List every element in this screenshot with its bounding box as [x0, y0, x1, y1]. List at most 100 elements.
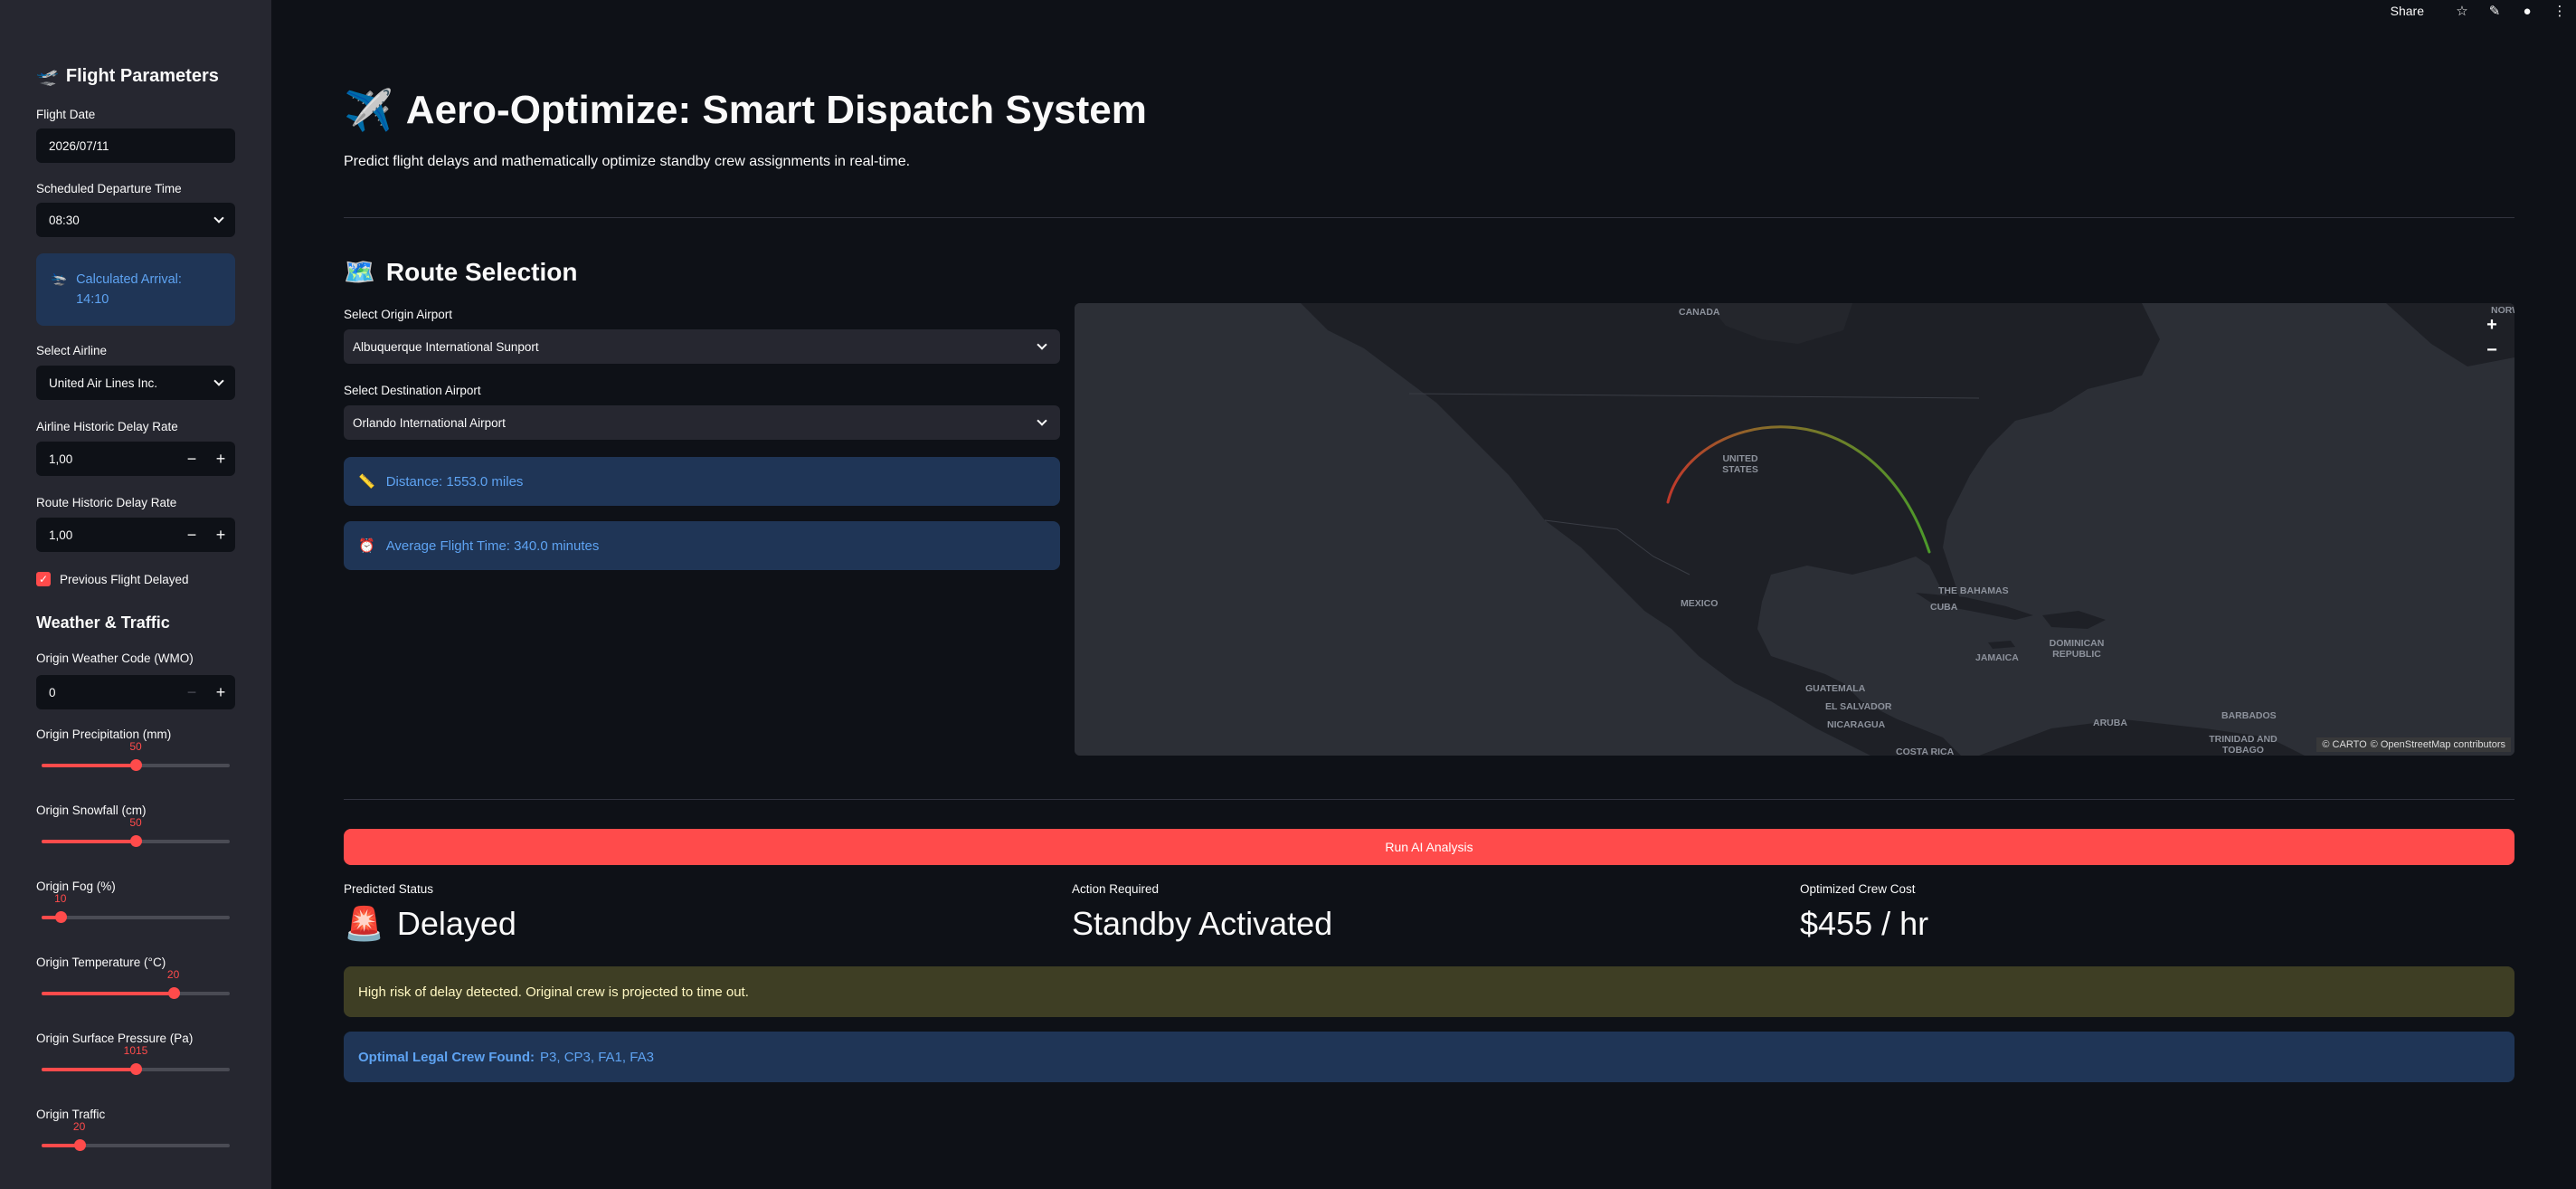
page-title: ✈️ Aero-Optimize: Smart Dispatch System: [344, 88, 1147, 133]
zoom-out-button[interactable]: −: [2480, 339, 2504, 361]
increment-button[interactable]: +: [206, 442, 235, 476]
increment-button[interactable]: +: [206, 518, 235, 552]
more-menu-icon[interactable]: ⋮: [2543, 0, 2576, 22]
checkmark-icon[interactable]: ✓: [36, 572, 51, 586]
departure-time-label: Scheduled Departure Time: [36, 182, 182, 195]
divider: [344, 217, 2514, 218]
crew-result-label: Optimal Legal Crew Found:: [358, 1049, 535, 1065]
clock-icon: ⏰: [358, 538, 375, 554]
map-label-nicaragua: NICARAGUA: [1827, 719, 1886, 730]
slider-fill: [42, 764, 136, 767]
github-icon[interactable]: ●: [2511, 0, 2543, 22]
slider[interactable]: 50: [42, 740, 230, 776]
weather-code-input[interactable]: 0 − +: [36, 675, 235, 709]
slider-thumb[interactable]: [54, 911, 67, 923]
sidebar-title: 🛫 Flight Parameters: [36, 66, 219, 87]
slider-track[interactable]: [42, 916, 230, 919]
slider[interactable]: 50: [42, 816, 230, 852]
airline-delay-label: Airline Historic Delay Rate: [36, 420, 178, 433]
attribution-carto[interactable]: © CARTO: [2322, 739, 2366, 750]
chevron-down-icon: [213, 376, 224, 386]
slider-label: Origin Traffic: [36, 1108, 106, 1121]
weather-code-label: Origin Weather Code (WMO): [36, 652, 194, 665]
airline-select[interactable]: United Air Lines Inc.: [36, 366, 235, 400]
slider-thumb[interactable]: [130, 759, 142, 771]
siren-icon: 🚨: [344, 905, 384, 942]
departure-time-select[interactable]: 08:30: [36, 203, 235, 237]
metric-value: Standby Activated: [1072, 905, 1333, 942]
flight-time-info: ⏰ Average Flight Time: 340.0 minutes: [344, 521, 1060, 570]
metric-label: Action Required: [1072, 882, 1160, 896]
share-button[interactable]: Share: [2391, 4, 2424, 18]
ruler-icon: 📏: [358, 474, 375, 490]
weather-section-heading: Weather & Traffic: [36, 614, 170, 632]
delay-warning-alert: High risk of delay detected. Original cr…: [344, 966, 2514, 1017]
slider[interactable]: 1015: [42, 1044, 230, 1080]
route-map[interactable]: CANADA UNITED STATES MEXICO THE BAHAMAS …: [1075, 303, 2514, 756]
decrement-button[interactable]: −: [177, 675, 206, 709]
slider-value: 10: [54, 892, 67, 905]
map-label-el-salvador: EL SALVADOR: [1825, 701, 1892, 712]
slider[interactable]: 20: [42, 1120, 230, 1156]
slider-fill: [42, 1068, 136, 1071]
origin-airport-label: Select Origin Airport: [344, 308, 453, 321]
map-zoom-controls: + −: [2480, 314, 2504, 361]
map-label-costa-rica: COSTA RICA: [1896, 747, 1955, 756]
calculated-arrival-info: 🛬 Calculated Arrival: 14:10: [36, 253, 235, 326]
previous-flight-delayed-checkbox[interactable]: ✓ Previous Flight Delayed: [36, 572, 189, 586]
increment-button[interactable]: +: [206, 675, 235, 709]
metric-label: Predicted Status: [344, 882, 434, 896]
slider-fill: [42, 840, 136, 843]
decrement-button[interactable]: −: [177, 518, 206, 552]
origin-airport-select[interactable]: Albuquerque International Sunport: [344, 329, 1060, 364]
slider-label: Origin Temperature (°C): [36, 956, 166, 969]
map-label-canada: CANADA: [1679, 307, 1720, 318]
chevron-down-icon: [213, 213, 224, 224]
slider-value: 50: [129, 740, 142, 753]
slider-label: Origin Snowfall (cm): [36, 804, 147, 817]
map-label-trinidad: TRINIDAD AND TOBAGO: [2209, 734, 2278, 756]
map-label-cuba: CUBA: [1930, 602, 1958, 613]
map-label-jamaica: JAMAICA: [1975, 652, 2019, 663]
slider-thumb[interactable]: [130, 1063, 142, 1075]
slider[interactable]: 10: [42, 892, 230, 928]
slider[interactable]: 20: [42, 968, 230, 1004]
destination-airport-select[interactable]: Orlando International Airport: [344, 405, 1060, 440]
slider-thumb[interactable]: [73, 1139, 86, 1151]
flight-date-label: Flight Date: [36, 108, 96, 121]
metric-label: Optimized Crew Cost: [1800, 882, 1916, 896]
slider-thumb[interactable]: [167, 987, 180, 999]
crew-result-info: Optimal Legal Crew Found: P3, CP3, FA1, …: [344, 1032, 2514, 1082]
map-label-barbados: BARBADOS: [2221, 710, 2277, 721]
slider-value: 20: [166, 968, 180, 981]
map-label-dominican-republic: DOMINICAN REPUBLIC: [2049, 638, 2105, 660]
zoom-in-button[interactable]: +: [2480, 314, 2504, 336]
route-selection-heading: 🗺️ Route Selection: [344, 257, 578, 287]
airline-delay-input[interactable]: 1,00 − +: [36, 442, 235, 476]
map-label-united-states: UNITED STATES: [1722, 453, 1758, 475]
slider-thumb[interactable]: [130, 835, 142, 847]
slider-value: 1015: [123, 1044, 148, 1057]
destination-airport-label: Select Destination Airport: [344, 384, 481, 397]
metric-value: $455 / hr: [1800, 905, 1929, 942]
page-subtitle: Predict flight delays and mathematically…: [344, 154, 911, 169]
action-required-metric: Action Required Standby Activated: [1072, 882, 1332, 943]
star-icon[interactable]: ☆: [2446, 0, 2478, 22]
run-analysis-button[interactable]: Run AI Analysis: [344, 829, 2514, 865]
map-label-aruba: ARUBA: [2093, 718, 2127, 728]
app-toolbar: Share ☆ ✎ ● ⋮: [2391, 0, 2576, 22]
flight-date-input[interactable]: 2026/07/11: [36, 128, 235, 163]
route-delay-input[interactable]: 1,00 − +: [36, 518, 235, 552]
divider: [344, 799, 2514, 800]
sidebar: 🛫 Flight Parameters Flight Date 2026/07/…: [0, 0, 271, 1189]
slider-label: Origin Surface Pressure (Pa): [36, 1032, 194, 1045]
map-label-mexico: MEXICO: [1681, 598, 1719, 609]
map-icon: 🗺️: [344, 258, 375, 286]
decrement-button[interactable]: −: [177, 442, 206, 476]
route-delay-label: Route Historic Delay Rate: [36, 496, 177, 509]
map-attribution: © CARTO © OpenStreetMap contributors: [2316, 737, 2511, 752]
attribution-osm[interactable]: © OpenStreetMap contributors: [2371, 739, 2505, 750]
airplane-departure-icon: 🛫: [36, 67, 59, 87]
metric-value: Delayed: [396, 905, 516, 942]
edit-icon[interactable]: ✎: [2478, 0, 2511, 22]
